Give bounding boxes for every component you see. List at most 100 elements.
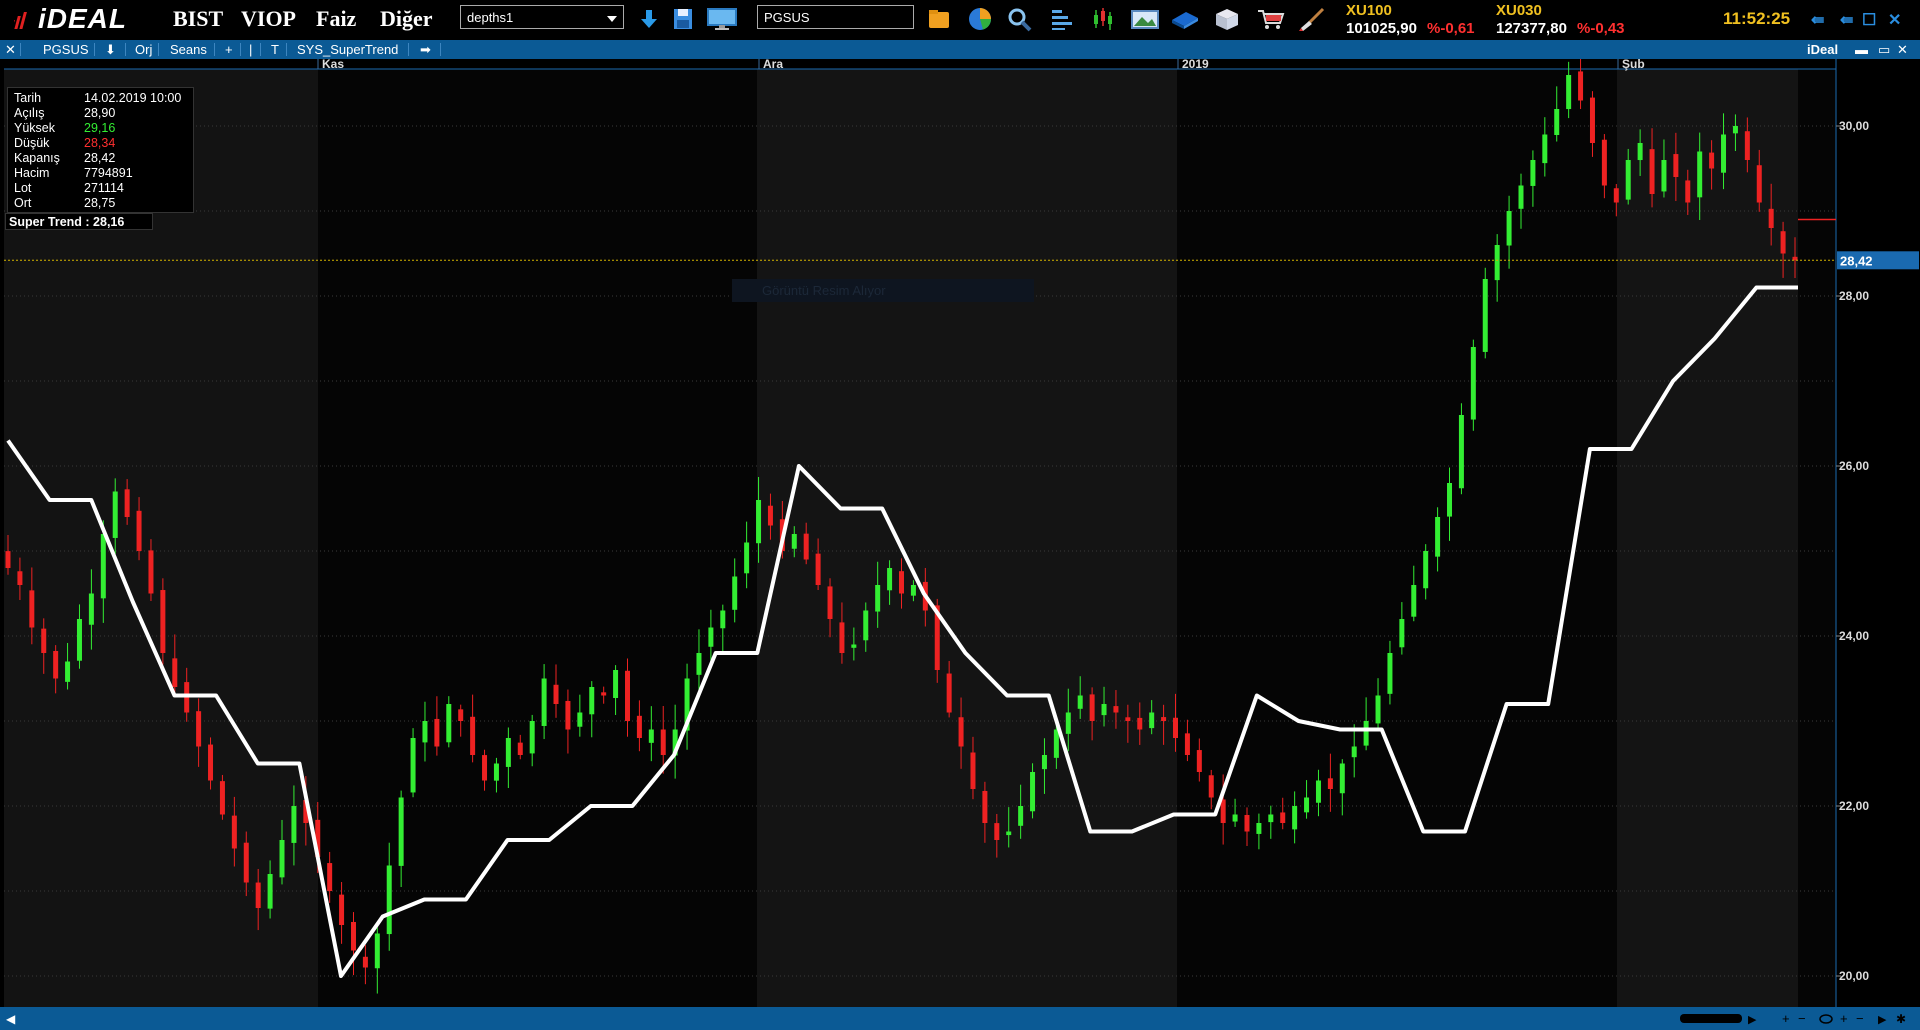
book-icon[interactable] [1170, 6, 1200, 32]
info-value: 29,16 [84, 121, 116, 135]
candle-body [1435, 517, 1441, 557]
brush-icon[interactable] [1297, 6, 1327, 32]
index-xu030-name[interactable]: XU030 [1496, 2, 1542, 19]
candle-body [231, 815, 237, 849]
candle-body [470, 716, 476, 755]
menu-diger[interactable]: Diğer [380, 6, 433, 32]
folder-icon[interactable] [926, 6, 952, 32]
close-button[interactable]: ✕ [1888, 10, 1901, 30]
fit-icon[interactable] [1819, 1014, 1833, 1024]
candle-body [124, 489, 130, 517]
candle-body [601, 692, 607, 696]
zoom-icon[interactable] [1006, 6, 1032, 32]
candle-body [1613, 188, 1619, 203]
seans-button[interactable]: Seans [170, 42, 207, 57]
cursor-button[interactable]: | [249, 42, 252, 57]
y-tick-label: 26,00 [1839, 459, 1869, 473]
scroll-right-icon[interactable]: ▶ [1878, 1014, 1887, 1026]
candle-body [1304, 797, 1310, 813]
candlestick-icon[interactable] [1090, 6, 1116, 32]
candle-body [100, 534, 106, 599]
save-icon[interactable] [670, 6, 696, 32]
candle-body [1399, 619, 1405, 648]
pie-chart-icon[interactable] [967, 6, 993, 32]
zoom-out-icon[interactable]: − [1798, 1011, 1806, 1026]
download-icon[interactable] [636, 6, 662, 32]
candle-body [1315, 780, 1321, 803]
symbol-input[interactable]: PGSUS [757, 5, 914, 29]
candle-body [744, 542, 750, 574]
candle-body [41, 628, 47, 653]
chart-symbol[interactable]: PGSUS [43, 42, 89, 57]
menu-faiz[interactable]: Faiz [316, 6, 356, 32]
candle-body [553, 684, 559, 704]
bar-list-icon[interactable] [1049, 6, 1075, 32]
candle-body [493, 763, 499, 781]
chart-maximize-button[interactable]: ▭ [1878, 42, 1890, 57]
minimize-button[interactable]: ⇚ [1840, 10, 1853, 30]
forward-arrow-icon[interactable]: ➡ [420, 42, 431, 57]
candle-body [1566, 75, 1572, 110]
top-toolbar: iDEAL BIST VIOP Faiz Diğer depths1 PGSUS [0, 0, 1920, 40]
add-button[interactable]: + [225, 42, 233, 57]
menu-viop[interactable]: VIOP [241, 6, 296, 32]
y-tick-label: 24,00 [1839, 629, 1869, 643]
candle-body [1554, 109, 1560, 136]
price-chart[interactable]: 20,00 22,00 24,00 26,00 28,00 30,00 Kas Ara 2019… [0, 59, 1920, 1007]
candle-body [422, 721, 428, 743]
cart-icon[interactable] [1256, 6, 1286, 32]
close-chart-icon[interactable]: ✕ [5, 42, 16, 57]
month-band [318, 69, 757, 1007]
candle-body [839, 622, 845, 653]
candle-body [458, 709, 464, 721]
scrollbar-thumb[interactable] [1680, 1014, 1742, 1023]
candle-body [1601, 139, 1607, 186]
info-label: Düşük [14, 136, 50, 150]
clock: 11:52:25 [1723, 9, 1791, 28]
toolbar-divider [260, 43, 261, 56]
candle-body [208, 744, 214, 781]
candle-body [267, 874, 273, 909]
chart-minimize-button[interactable]: ▬ [1855, 42, 1868, 57]
candle-body [1292, 806, 1298, 830]
index-xu100-change: %-0,61 [1427, 20, 1475, 37]
info-value: 28,75 [84, 196, 116, 210]
scroll-right-arrow-icon[interactable]: ▶ [1748, 1014, 1757, 1026]
back-window-button[interactable]: ⇚ [1811, 10, 1824, 30]
candle-body [1518, 185, 1524, 209]
layout-combo[interactable]: depths1 [460, 5, 624, 29]
image-icon[interactable] [1130, 6, 1160, 32]
candle-body [112, 491, 118, 538]
candle-body [1065, 712, 1071, 734]
candle-body [565, 700, 571, 730]
chart-background [0, 59, 1920, 1007]
index-xu100-name[interactable]: XU100 [1346, 2, 1392, 19]
x-tick-label: Ara [763, 59, 783, 71]
settings-icon[interactable]: ✱ [1896, 1012, 1906, 1026]
candle-body [243, 842, 249, 883]
candle-body [1458, 415, 1464, 489]
maximize-button[interactable]: ☐ [1862, 10, 1876, 30]
box-icon[interactable] [1214, 6, 1240, 32]
candle-body [899, 571, 904, 594]
zoom-in-icon[interactable]: + [1782, 1011, 1790, 1026]
text-tool-button[interactable]: T [271, 42, 279, 57]
monitor-icon[interactable] [706, 6, 738, 32]
candle-body [1649, 149, 1655, 194]
chart-close-button[interactable]: ✕ [1897, 42, 1908, 57]
candle-body [767, 505, 773, 526]
scroll-left-arrow-icon[interactable]: ◀ [6, 1012, 16, 1026]
candle-body [1184, 733, 1190, 755]
orj-button[interactable]: Orj [135, 42, 152, 57]
candle-body [1494, 245, 1500, 281]
x-tick-label: Şub [1622, 59, 1645, 71]
system-supertrend-button[interactable]: SYS_SuperTrend [297, 42, 398, 57]
candle-body [875, 585, 881, 612]
candle-body [1709, 152, 1715, 169]
vertical-zoom-in-icon[interactable]: + [1840, 1011, 1848, 1026]
download-arrow-icon[interactable]: ⬇ [105, 42, 116, 57]
info-label: Kapanış [14, 151, 60, 165]
menu-bist[interactable]: BIST [173, 6, 223, 32]
vertical-zoom-out-icon[interactable]: − [1856, 1011, 1864, 1026]
candle-body [1101, 704, 1107, 716]
